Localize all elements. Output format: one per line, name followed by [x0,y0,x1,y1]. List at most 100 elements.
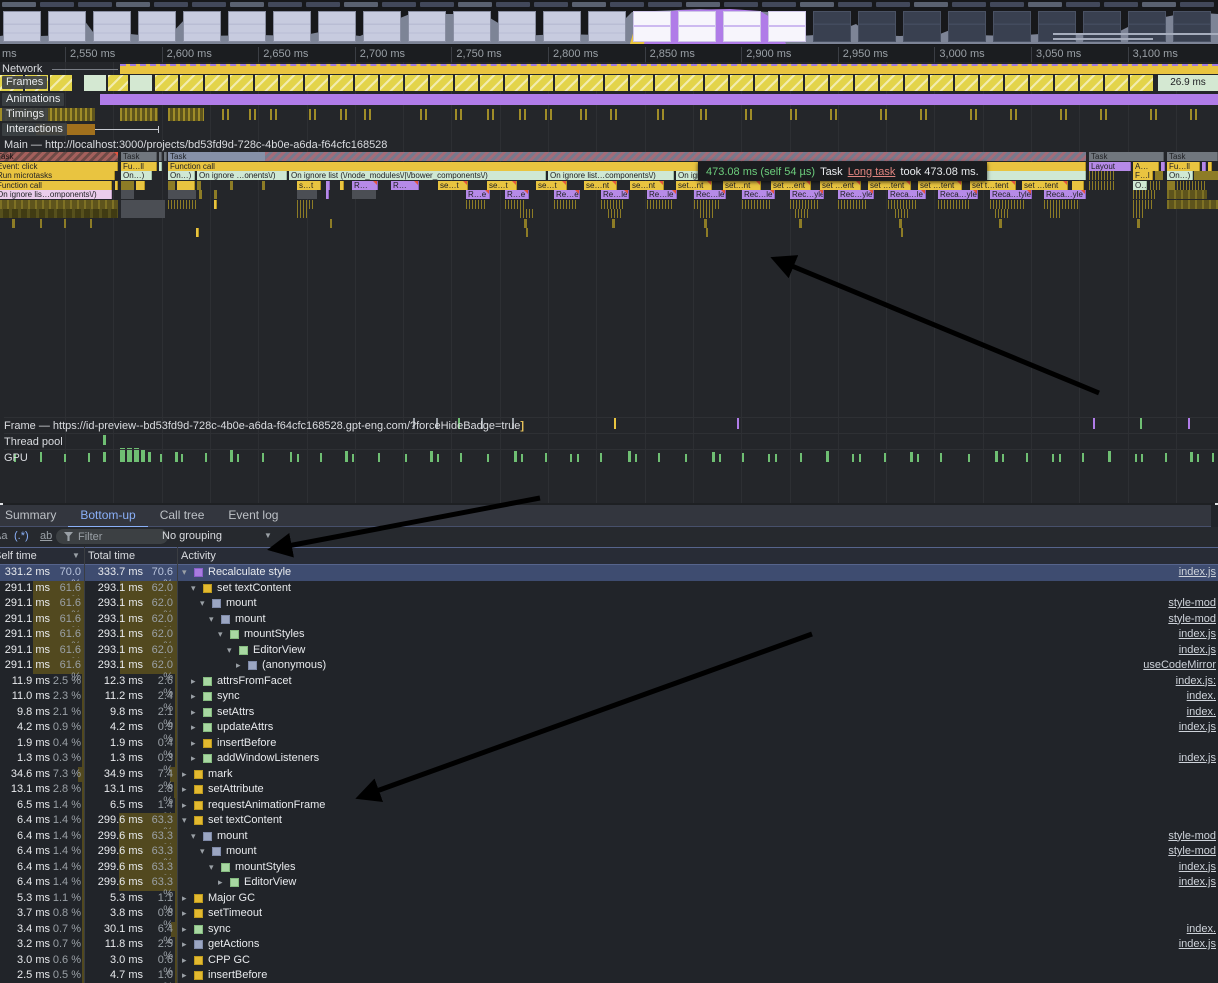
frame-block[interactable] [605,75,628,91]
source-link[interactable]: style-mod [1168,830,1216,842]
collapse-arrow-icon[interactable]: ▾ [209,862,214,873]
frame-block[interactable] [955,75,978,91]
flame-block[interactable] [64,219,66,228]
collapse-arrow-icon[interactable]: ▾ [218,629,223,640]
expand-arrow-icon[interactable]: ▸ [191,722,196,733]
frame-block[interactable] [355,75,378,91]
flame-block[interactable] [214,200,217,209]
flame-block[interactable]: R… [391,181,419,190]
flame-block[interactable]: set t…tent [970,181,1016,190]
frame-block[interactable] [380,75,403,91]
flame-block[interactable] [297,190,317,199]
expand-arrow-icon[interactable]: ▸ [182,970,187,981]
flame-block[interactable]: Rec…yle [790,190,824,199]
source-link[interactable]: style-mod [1168,845,1216,857]
frame-block[interactable] [1105,75,1128,91]
flame-block[interactable] [199,190,202,199]
flame-block[interactable] [1089,181,1115,190]
frame-block[interactable] [180,75,203,91]
flame-block[interactable]: set …ent [820,181,861,190]
match-case-button[interactable]: Aa [0,530,7,542]
flame-block[interactable] [297,200,313,209]
expand-arrow-icon[interactable]: ▸ [191,753,196,764]
expand-arrow-icon[interactable]: ▸ [182,800,187,811]
expand-arrow-icon[interactable]: ▸ [182,955,187,966]
flame-block[interactable] [177,181,195,190]
frame-block[interactable] [855,75,878,91]
flame-block[interactable] [1167,181,1175,190]
flame-block[interactable] [230,181,233,190]
flame-block[interactable]: set …tent [868,181,911,190]
table-row[interactable]: 6.4 ms1.4 %299.6 ms63.3 %▾set textConten… [0,813,1218,829]
flame-block[interactable]: Re…le [647,190,677,199]
flame-block[interactable]: On…) [168,171,195,180]
source-link[interactable]: index.js [1179,752,1216,764]
source-link[interactable]: index.js [1179,644,1216,656]
timeline-overview[interactable] [0,0,1218,45]
frame-block[interactable] [905,75,928,91]
flame-block[interactable]: Layout [1089,162,1131,171]
frame-block[interactable] [680,75,703,91]
source-link[interactable]: index.js [1179,566,1216,578]
flame-block[interactable] [895,209,909,218]
flame-block[interactable] [1194,171,1218,180]
table-row[interactable]: 291.1 ms61.6 %293.1 ms62.0 %▸(anonymous)… [0,658,1218,674]
frame-block[interactable] [780,75,803,91]
table-row[interactable]: 3.7 ms0.8 %3.8 ms0.8 %▸setTimeout [0,906,1218,922]
flame-block[interactable]: On…) [121,171,152,180]
table-row[interactable]: 6.4 ms1.4 %299.6 ms63.3 %▾mountstyle-mod [0,844,1218,860]
tab-call-tree[interactable]: Call tree [148,505,217,526]
flame-block[interactable] [168,200,198,209]
filmstrip-frame[interactable] [363,11,401,42]
table-row[interactable]: 3.4 ms0.7 %30.1 ms6.4 %▸syncindex. [0,922,1218,938]
flame-block[interactable] [168,181,175,190]
time-ruler[interactable]: ms 2,550 ms2,600 ms2,650 ms2,700 ms2,750… [0,45,1218,63]
frame-block[interactable] [455,75,478,91]
frame-block[interactable] [430,75,453,91]
flame-block[interactable] [121,200,165,209]
flame-block[interactable] [524,219,527,228]
filmstrip-frame[interactable] [138,11,176,42]
table-row[interactable]: 1.3 ms0.3 %1.3 ms0.3 %▸addWindowListener… [0,751,1218,767]
flame-block[interactable] [352,190,376,199]
flame-block[interactable] [601,200,625,209]
flame-block[interactable]: Re…le [601,190,629,199]
flame-block[interactable] [326,190,329,199]
table-row[interactable]: 6.4 ms1.4 %299.6 ms63.3 %▾mountStylesind… [0,860,1218,876]
flame-block[interactable] [1202,162,1206,171]
filmstrip-frame[interactable] [993,11,1031,42]
flame-block[interactable] [795,209,809,218]
table-row[interactable]: 3.2 ms0.7 %11.8 ms2.5 %▸getActionsindex.… [0,937,1218,953]
flame-block[interactable] [1150,181,1160,190]
filmstrip-frame[interactable] [678,11,716,42]
flame-block[interactable] [799,219,802,228]
flame-block[interactable]: Task [168,152,1086,161]
frame-block[interactable] [255,75,278,91]
flame-block[interactable] [262,181,265,190]
flame-block[interactable] [838,200,868,209]
details-tab-bar[interactable]: SummaryBottom-upCall treeEvent log [0,505,1211,527]
long-task-link[interactable]: Long task [848,166,896,178]
flame-block[interactable]: On ignore list…components\/) [548,171,674,180]
timings-track-label[interactable]: Timings [2,108,48,121]
frame-block[interactable] [730,75,753,91]
flame-block[interactable] [1050,209,1060,218]
frame-block[interactable] [330,75,353,91]
flame-block[interactable] [466,200,486,209]
whole-word-button[interactable]: ab [40,530,52,542]
table-row[interactable]: 291.1 ms61.6 %293.1 ms62.0 %▾set textCon… [0,581,1218,597]
main-thread-track-label[interactable]: Main — http://localhost:3000/projects/bd… [4,139,387,151]
expand-arrow-icon[interactable]: ▸ [182,784,187,795]
flame-block[interactable] [1137,219,1140,228]
flame-block[interactable]: Task [1089,152,1164,161]
flame-block[interactable] [326,181,330,190]
table-row[interactable]: 11.9 ms2.5 %12.3 ms2.6 %▸attrsFromFaceti… [0,674,1218,690]
flame-block[interactable] [297,209,307,218]
frame-block[interactable] [305,75,328,91]
source-link[interactable]: index.js [1179,628,1216,640]
table-row[interactable]: 3.0 ms0.6 %3.0 ms0.6 %▸CPP GC [0,953,1218,969]
flame-block[interactable] [340,181,344,190]
flame-block[interactable]: Event: click [0,162,118,171]
frame-block[interactable] [830,75,853,91]
flame-block[interactable] [159,152,162,161]
